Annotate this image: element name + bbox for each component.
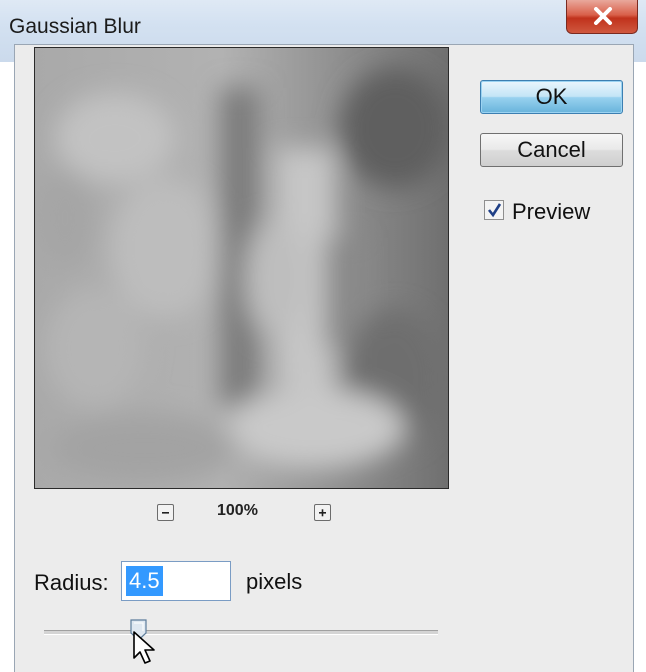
radius-value: 4.5 xyxy=(126,566,163,596)
checkmark-icon xyxy=(487,203,502,218)
cancel-button[interactable]: Cancel xyxy=(480,133,623,167)
close-button[interactable] xyxy=(566,0,638,34)
zoom-level: 100% xyxy=(217,502,258,519)
zoom-out-button[interactable] xyxy=(157,504,174,521)
minus-icon xyxy=(162,512,169,514)
preview-label: Preview xyxy=(512,199,591,224)
mouse-cursor-icon xyxy=(133,631,155,664)
radius-label: Radius: xyxy=(34,570,109,595)
plus-icon xyxy=(319,509,326,517)
radius-unit-label: pixels xyxy=(246,569,303,594)
radius-slider[interactable] xyxy=(44,630,438,635)
close-icon xyxy=(594,7,612,25)
ok-button[interactable]: OK xyxy=(480,80,623,114)
blur-preview-image[interactable] xyxy=(34,47,449,489)
zoom-in-button[interactable] xyxy=(314,504,331,521)
window-title: Gaussian Blur xyxy=(9,15,141,38)
preview-checkbox[interactable] xyxy=(484,200,504,220)
radius-input[interactable]: 4.5 xyxy=(121,561,231,601)
